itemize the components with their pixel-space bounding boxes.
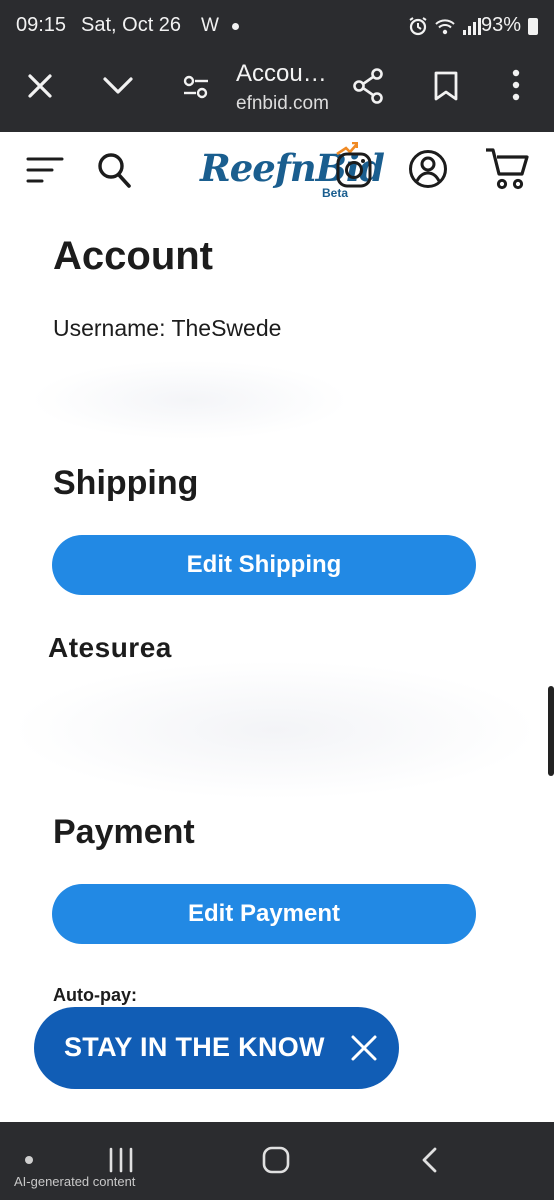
page-settings-icon[interactable] [182,73,210,101]
stay-in-the-know-banner[interactable]: STAY IN THE KNOW [34,1007,399,1089]
edit-shipping-button[interactable]: Edit Shipping [52,535,476,595]
app-notification-icon: W [201,15,219,36]
close-icon[interactable] [349,1033,379,1063]
url-display[interactable]: efnbid.com [236,93,329,115]
more-icon[interactable] [506,68,526,102]
chevron-down-icon[interactable] [102,74,134,98]
ai-indicator-icon [25,1156,33,1164]
system-icons [408,15,482,37]
cart-icon[interactable] [484,146,530,192]
payment-heading: Payment [53,813,195,851]
home-icon[interactable] [262,1146,290,1174]
status-date: Sat, Oct 26 [81,14,182,36]
system-nav-bar: AI-generated content [0,1122,554,1200]
account-heading: Account [53,234,213,278]
notification-dot-icon [232,23,239,30]
redacted-address-area [10,660,540,800]
username-text: Username: TheSwede [53,315,282,341]
ai-generated-label: AI-generated content [14,1174,136,1189]
address-label: Atesurea [48,632,172,663]
edit-payment-button[interactable]: Edit Payment [52,884,476,944]
status-time: 09:15 [16,14,67,36]
search-icon[interactable] [96,151,132,189]
screen: 09:15 Sat, Oct 26 W 93% Accou… efnbid.co… [0,0,554,1200]
bookmark-icon[interactable] [432,70,460,102]
alarm-icon [409,17,427,36]
battery-icon [528,18,538,35]
edge-handle [548,686,554,776]
wifi-icon [435,19,455,35]
battery-percent: 93% [481,14,522,36]
recents-icon[interactable] [107,1146,135,1174]
redacted-area [30,360,350,440]
account-icon[interactable] [408,149,448,189]
back-icon[interactable] [420,1146,440,1174]
share-icon[interactable] [352,68,384,104]
menu-icon[interactable] [26,156,64,184]
autopay-label: Auto-pay: [53,985,137,1005]
close-icon[interactable] [26,72,54,100]
site-header: ReefnBid Beta [0,132,554,212]
signal-icon [463,18,481,35]
shipping-heading: Shipping [53,464,199,502]
instagram-icon[interactable] [336,152,372,188]
page-title[interactable]: Accou… [236,60,327,88]
stay-in-the-know-label[interactable]: STAY IN THE KNOW [64,1032,325,1063]
status-bar: 09:15 Sat, Oct 26 W 93% [0,0,554,52]
browser-toolbar: Accou… efnbid.com [0,52,554,132]
logo-badge: Beta [322,186,349,200]
